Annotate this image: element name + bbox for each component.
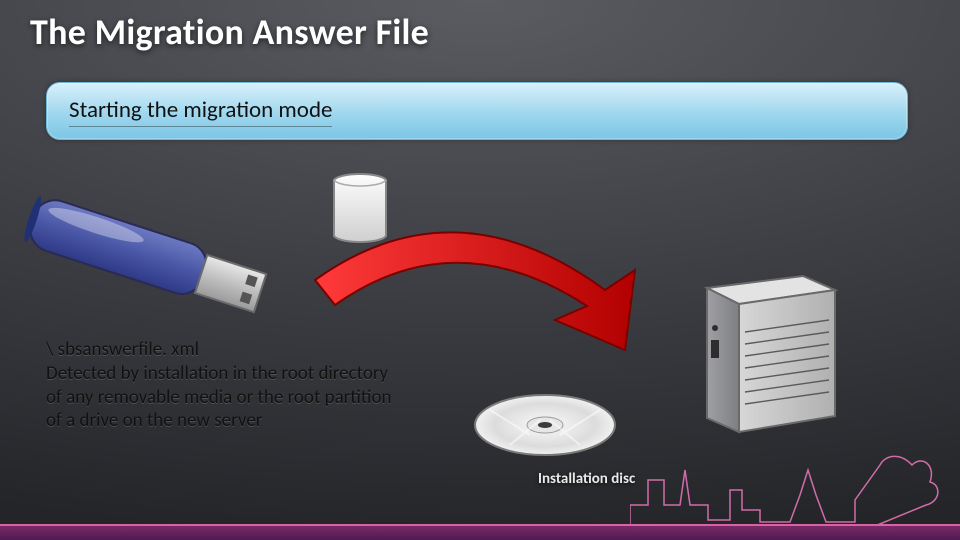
description-line: of a drive on the new server	[46, 409, 391, 433]
subtitle-banner: Starting the migration mode	[46, 82, 908, 140]
description-line: of any removable media or the root parti…	[46, 386, 391, 410]
city-skyline-silhouette	[630, 410, 960, 530]
disc-caption: Installation disc	[538, 470, 635, 488]
footer-accent-bar	[0, 524, 960, 540]
file-path-line: \ sbsanswerfile. xml	[46, 338, 391, 362]
usb-drive-icon	[18, 196, 298, 326]
description-block: \ sbsanswerfile. xml Detected by install…	[46, 338, 391, 433]
cd-disc-icon	[470, 390, 620, 460]
slide-title: The Migration Answer File	[30, 10, 429, 54]
description-line: Detected by installation in the root dir…	[46, 362, 391, 386]
subtitle-text: Starting the migration mode	[69, 96, 332, 127]
